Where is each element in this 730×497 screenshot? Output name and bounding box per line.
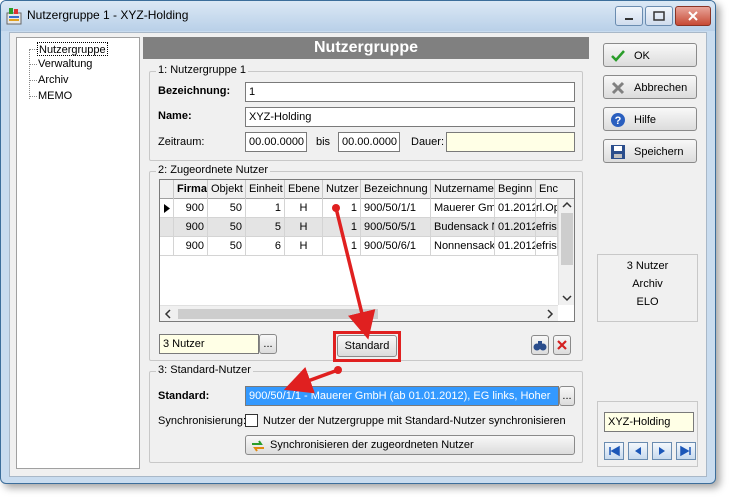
main-panel: Nutzergruppe 1: Nutzergruppe 1 Bezeichnu… — [143, 37, 589, 469]
info-nutzer-count: 3 Nutzer — [626, 260, 669, 272]
tree-item-archiv[interactable]: Archiv — [37, 73, 70, 87]
next-record-button[interactable] — [652, 442, 672, 460]
window-title: Nutzergruppe 1 - XYZ-Holding — [27, 8, 189, 22]
arrow-to-standard-button — [334, 207, 376, 340]
navigator-buttons — [604, 442, 696, 460]
title-bar[interactable]: Nutzergruppe 1 - XYZ-Holding — [1, 1, 715, 31]
first-record-button[interactable] — [604, 442, 624, 460]
cancel-icon — [611, 81, 625, 95]
annotation-arrows — [283, 204, 376, 394]
ok-label: OK — [634, 50, 650, 62]
check-icon — [611, 50, 625, 62]
tree-line — [29, 80, 37, 81]
tree-line — [29, 96, 37, 97]
dialog-client: Nutzergruppe Verwaltung Archiv MEMO Nutz… — [9, 32, 707, 477]
tree-item-nutzergruppe[interactable]: Nutzergruppe — [37, 42, 108, 56]
cancel-button[interactable]: Abbrechen — [603, 75, 697, 99]
info-box: 3 Nutzer Archiv ELO — [597, 254, 698, 322]
navigator-value[interactable]: XYZ-Holding — [604, 412, 694, 432]
next-icon — [659, 447, 665, 455]
close-button[interactable] — [675, 6, 711, 26]
dialog-window: Nutzergruppe 1 - XYZ-Holding Nutzergrupp… — [0, 0, 716, 484]
ok-button[interactable]: OK — [603, 43, 697, 67]
save-label: Speichern — [634, 146, 684, 158]
svg-text:?: ? — [615, 115, 622, 127]
save-button[interactable]: Speichern — [603, 139, 697, 163]
tree-line — [29, 49, 37, 50]
prev-icon — [635, 447, 641, 455]
last-icon — [680, 445, 691, 457]
floppy-icon — [611, 145, 625, 159]
close-icon — [688, 11, 698, 21]
last-record-button[interactable] — [676, 442, 696, 460]
navigator-box: XYZ-Holding — [597, 401, 698, 467]
info-elo: ELO — [636, 296, 659, 308]
help-icon: ? — [611, 113, 625, 127]
action-column: OK Abbrechen ? Hilfe Speichern 3 Nutzer … — [595, 33, 705, 473]
maximize-button[interactable] — [645, 6, 673, 26]
navigation-tree: Nutzergruppe Verwaltung Archiv MEMO — [16, 37, 140, 469]
help-button[interactable]: ? Hilfe — [603, 107, 697, 131]
tree-line — [29, 49, 30, 99]
tree-item-memo[interactable]: MEMO — [37, 89, 73, 103]
arrow-to-standard-field — [283, 367, 339, 394]
maximize-icon — [653, 11, 665, 21]
minimize-icon — [625, 18, 633, 20]
prev-record-button[interactable] — [628, 442, 648, 460]
info-archiv: Archiv — [632, 278, 663, 290]
minimize-button[interactable] — [615, 6, 643, 26]
cancel-label: Abbrechen — [634, 82, 688, 94]
help-label: Hilfe — [634, 114, 657, 126]
first-icon — [609, 445, 620, 457]
app-icon — [6, 7, 22, 25]
tree-line — [29, 64, 37, 65]
tree-item-verwaltung[interactable]: Verwaltung — [37, 57, 93, 71]
